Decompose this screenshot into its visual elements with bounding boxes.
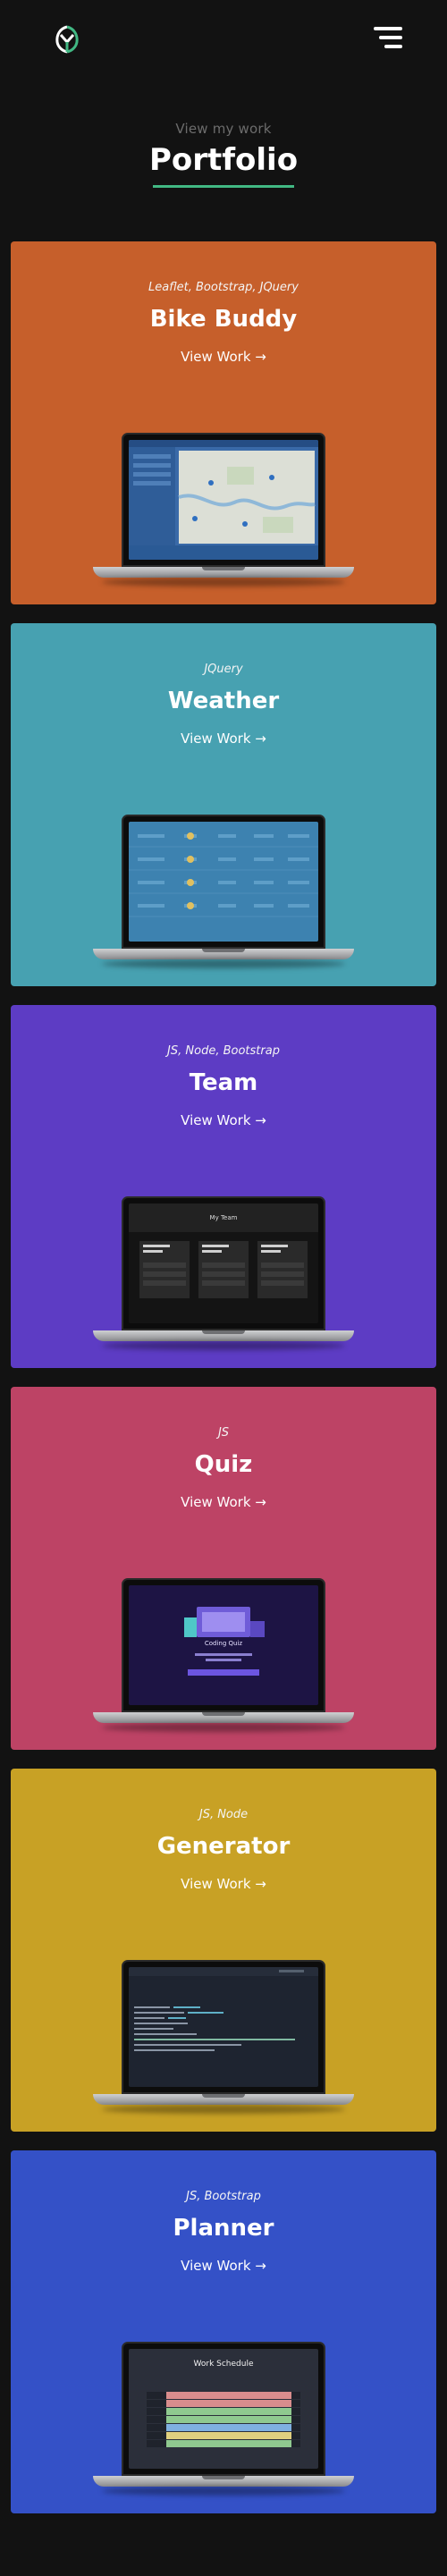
project-card-weather[interactable]: JQuery Weather View Work →: [11, 623, 436, 986]
project-title: Generator: [156, 1833, 291, 1860]
project-screenshot: My Team: [129, 1204, 318, 1323]
portfolio-intro: View my work Portfolio: [0, 121, 447, 188]
laptop-mockup: Work Schedule: [93, 2342, 354, 2503]
view-work-link[interactable]: View Work →: [11, 1876, 436, 1892]
view-work-link[interactable]: View Work →: [11, 1494, 436, 1510]
project-title: Quiz: [194, 1451, 253, 1478]
project-screenshot: Work Schedule: [129, 2349, 318, 2469]
project-card-generator[interactable]: JS, Node Generator View Work →: [11, 1769, 436, 2132]
page-title: Portfolio: [148, 142, 299, 178]
laptop-mockup: Coding Quiz: [93, 1578, 354, 1739]
laptop-mockup: [93, 433, 354, 594]
project-title: Bike Buddy: [149, 306, 298, 333]
project-screenshot: [129, 440, 318, 560]
view-work-link[interactable]: View Work →: [11, 1112, 436, 1128]
laptop-mockup: [93, 815, 354, 976]
laptop-mockup: My Team: [93, 1196, 354, 1357]
intro-subtitle: View my work: [175, 121, 272, 137]
view-work-link[interactable]: View Work →: [11, 2258, 436, 2274]
view-work-link[interactable]: View Work →: [11, 731, 436, 747]
project-screenshot: [129, 822, 318, 942]
project-tech: JQuery: [204, 663, 243, 676]
project-tech: JS: [217, 1426, 230, 1440]
project-tech: JS, Bootstrap: [186, 2190, 261, 2203]
project-card-quiz[interactable]: JS Quiz View Work → Coding Quiz: [11, 1387, 436, 1750]
project-title: Team: [189, 1069, 258, 1096]
planner-screen-header: Work Schedule: [193, 2360, 254, 2369]
project-screenshot: [129, 1967, 318, 2087]
project-tech: JS, Node: [198, 1808, 249, 1821]
laptop-mockup: [93, 1960, 354, 2121]
project-card-planner[interactable]: JS, Bootstrap Planner View Work → Work S…: [11, 2150, 436, 2513]
project-title: Planner: [173, 2215, 274, 2242]
title-underline: [153, 185, 294, 188]
project-screenshot: Coding Quiz: [129, 1585, 318, 1705]
project-card-bike-buddy[interactable]: Leaflet, Bootstrap, JQuery Bike Buddy Vi…: [11, 241, 436, 604]
project-tech: Leaflet, Bootstrap, JQuery: [148, 281, 299, 294]
quiz-screen-heading: Coding Quiz: [204, 1640, 243, 1647]
project-card-team[interactable]: JS, Node, Bootstrap Team View Work → My …: [11, 1005, 436, 1368]
view-work-link[interactable]: View Work →: [11, 349, 436, 365]
hamburger-menu-icon[interactable]: [374, 27, 402, 50]
project-tech: JS, Node, Bootstrap: [167, 1044, 280, 1058]
team-screen-header: My Team: [129, 1204, 318, 1232]
site-header: [0, 0, 447, 80]
leaf-monogram-logo-icon[interactable]: [52, 24, 82, 55]
project-title: Weather: [167, 688, 280, 714]
